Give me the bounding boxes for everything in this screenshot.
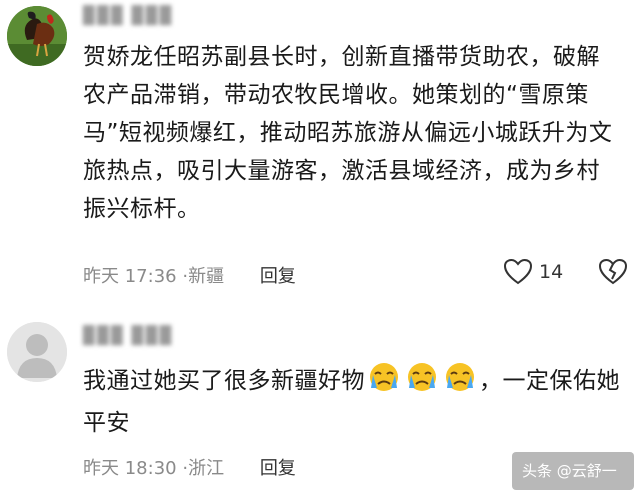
default-avatar-icon <box>7 322 67 382</box>
rooster-icon <box>7 6 67 66</box>
reply-button[interactable]: 回复 <box>260 458 296 479</box>
crying-face-icon <box>443 362 477 404</box>
comment-location: 新疆 <box>188 266 225 287</box>
username[interactable]: ▉▉▉ ▉▉▉ <box>83 6 174 26</box>
crying-face-icon <box>367 362 401 404</box>
comment-time: 昨天 17:36 <box>83 266 177 287</box>
comment-location: 浙江 <box>188 458 225 479</box>
watermark: 头条 @云舒一 <box>512 452 634 490</box>
heart-icon <box>503 258 533 285</box>
comment-time: 昨天 18:30 <box>83 458 177 479</box>
comment-text: 贺娇龙任昭苏副县长时，创新直播带货助农，破解农产品滞销，带动农牧民增收。她策划的… <box>83 44 613 222</box>
comment-text: 我通过她买了很多新疆好物 ，一定保佑她平安 <box>83 362 623 442</box>
avatar[interactable] <box>7 6 67 66</box>
comment-item: ▉▉▉ ▉▉▉ 贺娇龙任昭苏副县长时，创新直播带货助农，破解农产品滞销，带动农牧… <box>0 0 640 310</box>
like-button[interactable]: 14 <box>503 258 563 286</box>
comment-meta: 昨天 17:36 ·新疆 回复 <box>83 262 296 288</box>
crying-face-icon <box>405 362 439 404</box>
dislike-button[interactable] <box>598 258 628 290</box>
broken-heart-icon <box>598 258 628 285</box>
comment-meta: 昨天 18:30 ·浙江 回复 <box>83 454 296 480</box>
comment-text-part: 我通过她买了很多新疆好物 <box>83 368 365 394</box>
avatar[interactable] <box>7 322 67 382</box>
like-count: 14 <box>539 261 564 283</box>
reply-button[interactable]: 回复 <box>260 266 296 287</box>
username[interactable]: ▉▉▉ ▉▉▉ <box>83 326 174 346</box>
